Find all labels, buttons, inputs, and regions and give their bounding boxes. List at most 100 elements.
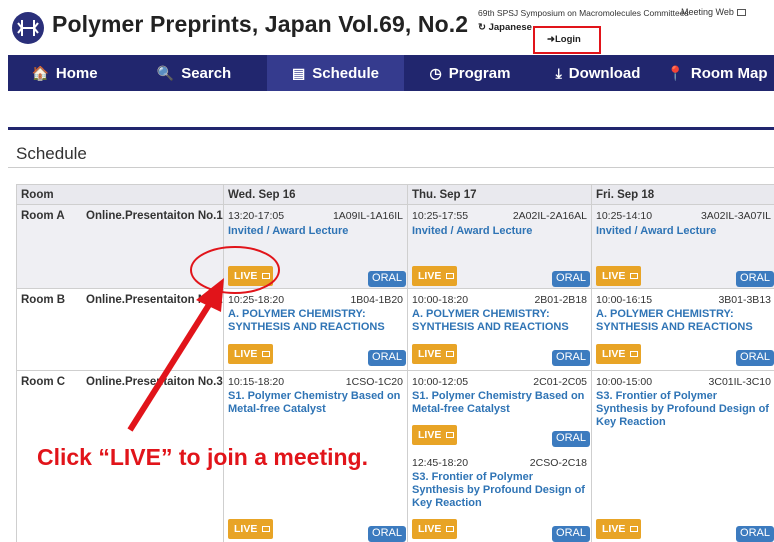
live-button[interactable]: LIVE: [228, 266, 273, 286]
session-code: 3B01-3B13: [718, 294, 771, 306]
live-label: LIVE: [234, 523, 258, 535]
live-button[interactable]: LIVE: [596, 344, 641, 364]
nav-search-label: Search: [181, 64, 232, 82]
session-title-link[interactable]: A. POLYMER CHEMISTRY: SYNTHESIS AND REAC…: [596, 308, 771, 334]
map-pin-icon: 📍: [666, 64, 684, 81]
page-title: Schedule: [16, 144, 87, 163]
session-cell: 13:20-17:05 1A09IL-1A16IL Invited / Awar…: [223, 204, 408, 289]
session-code: 2B01-2B18: [534, 294, 587, 306]
nav-program[interactable]: ◷ Program: [404, 55, 536, 91]
session-title-link[interactable]: A. POLYMER CHEMISTRY: SYNTHESIS AND REAC…: [412, 308, 587, 334]
live-button[interactable]: LIVE: [412, 344, 457, 364]
language-switch[interactable]: ↻ Japanese: [478, 22, 532, 33]
download-icon: ⤓: [555, 64, 562, 81]
section-divider: [8, 127, 774, 130]
live-button[interactable]: LIVE: [228, 344, 273, 364]
online-presentation-link[interactable]: Online.Presentaiton No.2: [86, 294, 223, 306]
login-icon: ➜: [547, 34, 555, 45]
session-title-link[interactable]: S3. Frontier of Polymer Synthesis by Pro…: [412, 471, 587, 510]
session-title-link[interactable]: S1. Polymer Chemistry Based on Metal-fre…: [228, 390, 403, 416]
room-column-header: Room: [16, 184, 224, 205]
window-icon: [446, 432, 455, 439]
oral-button[interactable]: ORAL: [368, 271, 406, 287]
schedule-table: Room Wed. Sep 16 Thu. Sep 17 Fri. Sep 18…: [16, 184, 774, 542]
window-icon: [262, 273, 271, 280]
day-header: Fri. Sep 18: [591, 184, 774, 205]
session-cell: 10:00-12:05 2C01-2C05 S1. Polymer Chemis…: [407, 370, 592, 542]
nav-search[interactable]: 🔍 Search: [121, 55, 267, 91]
day-header: Thu. Sep 17: [407, 184, 592, 205]
session-title-link[interactable]: S3. Frontier of Polymer Synthesis by Pro…: [596, 390, 771, 429]
oral-button[interactable]: ORAL: [368, 350, 406, 366]
online-presentation-link[interactable]: Online.Presentaiton No.1: [86, 210, 223, 222]
title-underline: [8, 167, 774, 168]
meeting-web-link[interactable]: Meeting Web: [681, 7, 746, 17]
oral-button[interactable]: ORAL: [368, 526, 406, 542]
live-label: LIVE: [234, 348, 258, 360]
search-icon: 🔍: [156, 64, 175, 81]
oral-button[interactable]: ORAL: [552, 526, 590, 542]
symposium-link[interactable]: 69th SPSJ Symposium on Macromolecules Co…: [478, 8, 689, 18]
room-name: Room A: [21, 210, 65, 222]
oral-button[interactable]: ORAL: [736, 526, 774, 542]
session-title-link[interactable]: S1. Polymer Chemistry Based on Metal-fre…: [412, 390, 587, 416]
session-time: 10:00-12:05: [412, 376, 469, 388]
live-label: LIVE: [418, 270, 442, 282]
session-time: 10:25-18:20: [228, 294, 285, 306]
live-label: LIVE: [602, 348, 626, 360]
window-icon: [630, 273, 639, 280]
meeting-web-label: Meeting Web: [681, 7, 734, 17]
online-presentation-link[interactable]: Online.Presentaiton No.3: [86, 376, 223, 388]
nav-download[interactable]: ⤓ Download: [536, 55, 660, 91]
window-icon: [446, 526, 455, 533]
session-cell: 10:00-15:00 3C01IL-3C10 S3. Frontier of …: [591, 370, 774, 542]
session-cell: 10:00-18:20 2B01-2B18 A. POLYMER CHEMIST…: [407, 288, 592, 371]
oral-button[interactable]: ORAL: [552, 271, 590, 287]
live-button[interactable]: LIVE: [412, 519, 457, 539]
session-time: 12:45-18:20: [412, 457, 469, 469]
home-icon: 🏠: [31, 64, 49, 81]
language-label: Japanese: [488, 22, 532, 33]
live-button[interactable]: LIVE: [228, 519, 273, 539]
site-header: Polymer Preprints, Japan Vol.69, No.2 69…: [0, 0, 774, 54]
session-code: 2C01-2C05: [533, 376, 587, 388]
nav-schedule[interactable]: ▤ Schedule: [267, 55, 404, 91]
login-link[interactable]: ➜Login: [533, 26, 601, 54]
session-code: 2A02IL-2A16AL: [512, 210, 587, 222]
login-label: Login: [554, 34, 581, 45]
live-label: LIVE: [602, 270, 626, 282]
session-time: 10:25-14:10: [596, 210, 653, 222]
window-icon: [446, 351, 455, 358]
site-logo-icon[interactable]: [12, 12, 44, 44]
session-code: 3A02IL-3A07IL: [700, 210, 771, 222]
oral-button[interactable]: ORAL: [552, 350, 590, 366]
oral-button[interactable]: ORAL: [552, 431, 590, 447]
list-icon: ▤: [292, 64, 306, 81]
session-title-link[interactable]: Invited / Award Lecture: [228, 225, 403, 238]
live-label: LIVE: [418, 429, 442, 441]
session-cell: 10:25-18:20 1B04-1B20 A. POLYMER CHEMIST…: [223, 288, 408, 371]
window-icon: [262, 526, 271, 533]
session-code: 3C01IL-3C10: [708, 376, 771, 388]
session-title-link[interactable]: A. POLYMER CHEMISTRY: SYNTHESIS AND REAC…: [228, 308, 403, 334]
oral-button[interactable]: ORAL: [736, 271, 774, 287]
live-button[interactable]: LIVE: [596, 266, 641, 286]
oral-button[interactable]: ORAL: [736, 350, 774, 366]
nav-room-map[interactable]: 📍 Room Map: [660, 55, 774, 91]
session-cell: 10:25-17:55 2A02IL-2A16AL Invited / Awar…: [407, 204, 592, 289]
site-title[interactable]: Polymer Preprints, Japan Vol.69, No.2: [52, 11, 468, 38]
live-button[interactable]: LIVE: [412, 266, 457, 286]
live-label: LIVE: [418, 348, 442, 360]
session-title-link[interactable]: Invited / Award Lecture: [596, 225, 771, 238]
session-code: 1CSO-1C20: [345, 376, 403, 388]
live-button[interactable]: LIVE: [596, 519, 641, 539]
session-title-link[interactable]: Invited / Award Lecture: [412, 225, 587, 238]
session-code: 1B04-1B20: [350, 294, 403, 306]
clock-icon: ◷: [429, 64, 442, 81]
external-link-icon: [736, 9, 746, 17]
nav-schedule-label: Schedule: [312, 64, 379, 82]
nav-download-label: Download: [568, 64, 641, 82]
nav-home[interactable]: 🏠 Home: [8, 55, 121, 91]
session-code: 2CSO-2C18: [529, 457, 587, 469]
live-button[interactable]: LIVE: [412, 425, 457, 445]
